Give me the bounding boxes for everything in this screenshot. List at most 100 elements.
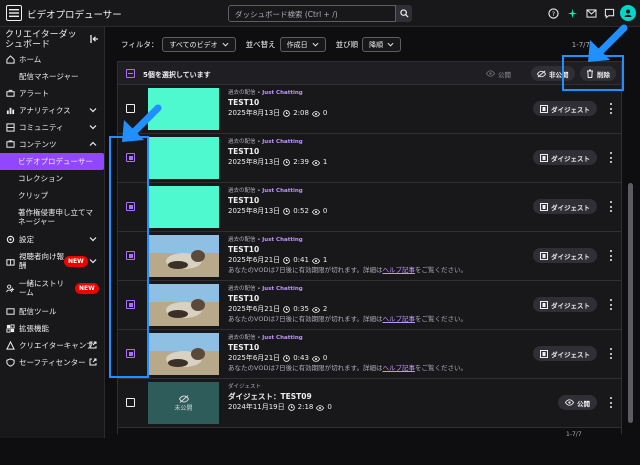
more-options-icon[interactable] xyxy=(608,348,614,359)
sidebar-item-collections[interactable]: コレクション xyxy=(0,170,104,187)
sidebar-item-creator-camp[interactable]: クリエイターキャンプ xyxy=(0,337,104,354)
more-options-icon[interactable] xyxy=(608,397,614,408)
video-category[interactable]: Just Chatting xyxy=(262,139,302,145)
sidebar-item-copyright[interactable]: 著作権侵害申し立てマネージャー xyxy=(0,206,104,228)
sidebar-item-stream-tools[interactable]: 配信ツール xyxy=(0,303,104,320)
sidebar-item-label: コンテンツ xyxy=(19,140,57,149)
video-title[interactable]: TEST10 xyxy=(228,244,528,255)
clock-icon xyxy=(283,159,291,166)
video-title[interactable]: TEST10 xyxy=(228,146,528,157)
video-title[interactable]: TEST10 xyxy=(228,97,528,108)
sidebar-item-safety-center[interactable]: セーフティセンター xyxy=(0,354,104,371)
video-row[interactable]: 過去の配信 • Just Chatting TEST10 2025年8月13日 2:0… xyxy=(118,85,621,134)
video-source: 過去の配信 • Just Chatting xyxy=(228,335,303,341)
collapse-icon[interactable] xyxy=(90,34,100,44)
video-meta: ダイジェスト ダイジェスト：TEST09 2024年11月19日 2:18 0 xyxy=(228,383,528,413)
sidebar-item-analytics[interactable]: アナリティクス xyxy=(0,102,104,119)
video-category[interactable]: Just Chatting xyxy=(262,188,302,194)
video-title[interactable]: ダイジェスト：TEST09 xyxy=(228,391,528,402)
video-category[interactable]: Just Chatting xyxy=(262,286,302,292)
more-options-icon[interactable] xyxy=(608,299,614,310)
sort-dropdown[interactable]: 作成日 xyxy=(279,37,326,52)
video-title[interactable]: TEST10 xyxy=(228,342,528,353)
sidebar-item-viewer-rewards[interactable]: 視聴者向け報酬 NEW xyxy=(0,249,104,273)
video-views: 0 xyxy=(322,207,328,215)
more-options-icon[interactable] xyxy=(608,250,614,261)
more-options-icon[interactable] xyxy=(608,201,614,212)
video-thumbnail[interactable] xyxy=(148,235,219,277)
mail-icon[interactable] xyxy=(584,6,598,20)
sidebar-item-video-producer[interactable]: ビデオプロデューサー xyxy=(0,153,104,170)
video-row[interactable]: 過去の配信 • Just Chatting TEST10 2025年6月21日 0:3… xyxy=(118,281,621,330)
sidebar-item-stream-together[interactable]: 一緒にストリーム NEW xyxy=(0,276,104,300)
row-checkbox[interactable] xyxy=(126,398,135,407)
external-link-icon xyxy=(89,341,97,349)
eye-icon xyxy=(311,306,320,313)
video-thumbnail[interactable] xyxy=(148,186,219,228)
video-row[interactable]: 過去の配信 • Just Chatting TEST10 2025年6月21日 0:4… xyxy=(118,232,621,281)
highlight-button[interactable]: ダイジェスト xyxy=(533,346,597,361)
bulk-public-button[interactable]: 公開 xyxy=(480,66,517,81)
search-button[interactable] xyxy=(396,5,412,22)
video-info: 2025年8月13日 2:39 1 xyxy=(228,157,528,168)
sparkle-icon[interactable] xyxy=(565,6,579,20)
search-input[interactable]: ダッシュボード検索 (Ctrl + /) xyxy=(228,5,396,22)
highlight-button[interactable]: ダイジェスト xyxy=(533,150,597,165)
highlight-button[interactable]: ダイジェスト xyxy=(533,199,597,214)
scrollbar-thumb[interactable] xyxy=(628,183,633,423)
video-duration: 0:52 xyxy=(293,207,309,215)
video-category[interactable]: Just Chatting xyxy=(262,237,302,243)
video-thumbnail[interactable]: 未公開 xyxy=(148,382,219,424)
video-thumbnail[interactable] xyxy=(148,284,219,326)
publish-button[interactable]: 公開 xyxy=(558,395,597,410)
analytics-icon xyxy=(6,106,15,115)
alert-icon xyxy=(6,89,15,98)
highlight-button[interactable]: ダイジェスト xyxy=(533,248,597,263)
more-options-icon[interactable] xyxy=(608,103,614,114)
video-title[interactable]: TEST10 xyxy=(228,293,528,304)
more-options-icon[interactable] xyxy=(608,152,614,163)
help-article-link[interactable]: ヘルプ記事 xyxy=(382,315,415,323)
video-meta: 過去の配信 • Just Chatting TEST10 2025年6月21日 0:4… xyxy=(228,334,528,373)
video-date: 2025年8月13日 xyxy=(228,109,281,117)
video-row[interactable]: 過去の配信 • Just Chatting TEST10 2025年8月13日 0:5… xyxy=(118,183,621,232)
order-dropdown[interactable]: 降順 xyxy=(362,37,402,52)
video-thumbnail[interactable] xyxy=(148,333,219,375)
shield-icon xyxy=(6,358,15,367)
video-row[interactable]: 未公開 ダイジェスト ダイジェスト：TEST09 2024年11月19日 2:18 0 公開 xyxy=(118,379,621,428)
avatar[interactable] xyxy=(620,5,636,21)
video-source: 過去の配信 • Just Chatting xyxy=(228,90,303,96)
sidebar-item-label: 視聴者向け報酬 xyxy=(19,252,64,270)
highlight-button[interactable]: ダイジェスト xyxy=(533,101,597,116)
eye-off-icon xyxy=(537,70,546,77)
eye-icon xyxy=(486,70,495,77)
filter-dropdown[interactable]: すべてのビデオ xyxy=(162,37,236,52)
sidebar-item-settings[interactable]: 設定 xyxy=(0,231,104,248)
video-row[interactable]: 過去の配信 • Just Chatting TEST10 2025年6月21日 0:4… xyxy=(118,330,621,379)
video-category[interactable]: Just Chatting xyxy=(262,90,302,96)
video-meta: 過去の配信 • Just Chatting TEST10 2025年6月21日 0:3… xyxy=(228,285,528,324)
select-all-checkbox[interactable] xyxy=(126,69,135,78)
sidebar-item-community[interactable]: コミュニティ xyxy=(0,119,104,136)
sidebar-item-stream-manager[interactable]: 配信マネージャー xyxy=(0,68,104,85)
sidebar-item-content[interactable]: コンテンツ xyxy=(0,136,104,153)
video-title[interactable]: TEST10 xyxy=(228,195,528,206)
film-icon xyxy=(540,349,548,358)
menu-icon[interactable] xyxy=(6,5,22,21)
clock-icon xyxy=(283,355,291,362)
chevron-down-icon xyxy=(387,42,394,47)
sidebar-item-home[interactable]: ホーム xyxy=(0,51,104,68)
video-duration: 0:41 xyxy=(293,256,309,264)
video-category[interactable]: Just Chatting xyxy=(262,335,302,341)
sidebar-item-extensions[interactable]: 拡張機能 xyxy=(0,320,104,337)
video-row[interactable]: 過去の配信 • Just Chatting TEST10 2025年8月13日 2:3… xyxy=(118,134,621,183)
help-icon[interactable]: ? xyxy=(546,6,560,20)
eye-icon xyxy=(311,355,320,362)
sidebar-item-clips[interactable]: クリップ xyxy=(0,187,104,204)
sidebar-item-label: ホーム xyxy=(19,55,42,64)
help-article-link[interactable]: ヘルプ記事 xyxy=(382,364,415,372)
chat-icon[interactable] xyxy=(602,6,616,20)
sidebar-item-alerts[interactable]: アラート xyxy=(0,85,104,102)
highlight-button[interactable]: ダイジェスト xyxy=(533,297,597,312)
help-article-link[interactable]: ヘルプ記事 xyxy=(382,266,415,274)
